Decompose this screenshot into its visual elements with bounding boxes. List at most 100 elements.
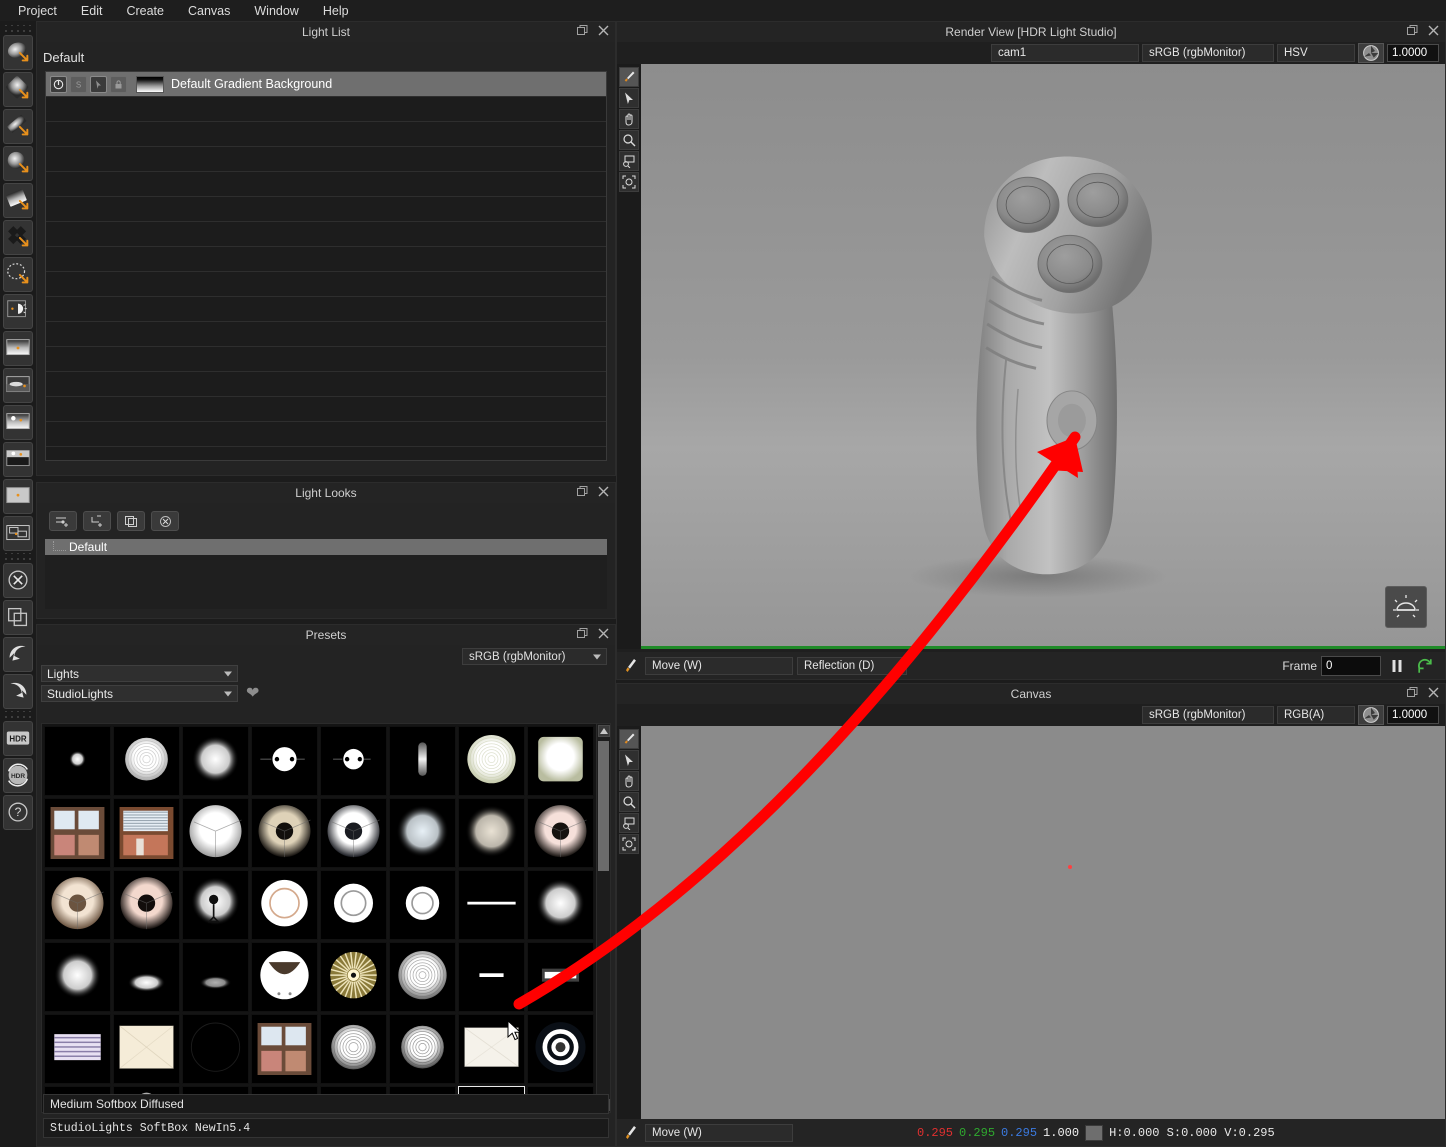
scrollbar-thumb[interactable] [598,741,609,871]
preset-thumbnail[interactable] [527,942,594,1012]
undo-icon[interactable] [3,637,33,672]
undock-icon[interactable] [577,486,588,500]
render-exposure-input[interactable]: 1.0000 [1387,44,1439,62]
preset-thumbnail[interactable] [320,1014,387,1084]
rect-light-icon[interactable] [3,72,33,107]
table-row[interactable] [46,97,606,122]
undock-icon[interactable] [577,25,588,39]
table-row[interactable] [46,372,606,397]
delete-light-icon[interactable] [3,563,33,598]
preset-thumbnail[interactable] [182,1014,249,1084]
preset-thumbnail[interactable] [44,726,111,796]
preset-thumbnail[interactable] [113,942,180,1012]
preset-thumbnail[interactable] [113,1014,180,1084]
preset-thumbnail[interactable] [389,870,456,940]
camera-dropdown[interactable]: cam1 [991,44,1139,62]
preset-thumbnail[interactable] [44,942,111,1012]
add-child-look-icon[interactable] [83,511,111,531]
rail-grip[interactable] [3,25,33,33]
preset-thumbnail[interactable] [320,942,387,1012]
table-row[interactable] [46,397,606,422]
arrow-icon[interactable] [619,750,639,770]
heart-icon[interactable]: ❤ [246,685,259,702]
undock-icon[interactable] [577,628,588,642]
add-look-icon[interactable] [49,511,77,531]
table-row[interactable] [46,172,606,197]
undock-icon[interactable] [1407,25,1418,39]
preset-thumbnail[interactable] [44,1014,111,1084]
table-row[interactable] [46,347,606,372]
render-channel-dropdown[interactable]: HSV [1277,44,1355,62]
preset-thumbnail[interactable] [527,1014,594,1084]
preset-thumbnail[interactable] [251,1014,318,1084]
table-row[interactable] [46,222,606,247]
presets-scrollbar[interactable] [596,724,610,1112]
zoom-fit-icon[interactable] [619,172,639,192]
preset-thumbnail[interactable] [44,870,111,940]
list-item[interactable]: Default [45,539,607,555]
blob-light-icon[interactable] [3,146,33,181]
canvas-channel-dropdown[interactable]: RGB(A) [1277,706,1355,724]
zoom-rect-icon[interactable] [619,813,639,833]
preset-thumbnail[interactable] [320,726,387,796]
preset-thumbnail[interactable] [44,798,111,868]
menu-item-canvas[interactable]: Canvas [176,2,242,20]
table-row[interactable]: S Default Gradient Background [46,72,606,97]
dot-gradient-icon[interactable] [3,405,33,440]
transform-mode-dropdown[interactable]: Move (W) [645,656,793,675]
table-row[interactable] [46,247,606,272]
flat-light-icon[interactable] [3,479,33,514]
preset-thumbnail[interactable] [458,942,525,1012]
preset-thumbnail[interactable] [182,942,249,1012]
spot-light-icon[interactable] [3,257,33,292]
canvas-transform-mode-dropdown[interactable]: Move (W) [645,1123,793,1142]
preset-thumbnail[interactable] [389,726,456,796]
render-colorspace-dropdown[interactable]: sRGB (rgbMonitor) [1142,44,1274,62]
preset-thumbnail[interactable] [389,942,456,1012]
close-icon[interactable] [598,628,609,642]
canvas-exposure-input[interactable]: 1.0000 [1387,706,1439,724]
hdri-strip-icon[interactable] [3,368,33,403]
preset-thumbnail[interactable] [320,870,387,940]
preset-thumbnail[interactable] [389,798,456,868]
card-light-icon[interactable] [3,183,33,218]
canvas-colorspace-dropdown[interactable]: sRGB (rgbMonitor) [1142,706,1274,724]
preset-thumbnail[interactable] [113,870,180,940]
preset-thumbnail[interactable] [251,870,318,940]
preset-thumbnail[interactable] [527,798,594,868]
frame-input[interactable]: 0 [1321,655,1381,676]
preset-thumbnail[interactable] [458,1014,525,1084]
gradient-strip-icon[interactable] [3,331,33,366]
group-lights-icon[interactable] [3,516,33,551]
scroll-up-icon[interactable] [597,725,610,737]
preset-thumbnail[interactable] [389,1014,456,1084]
undock-icon[interactable] [1407,687,1418,701]
preset-thumbnail[interactable] [182,798,249,868]
preset-thumbnail[interactable] [113,798,180,868]
delete-look-icon[interactable] [151,511,179,531]
menu-item-help[interactable]: Help [311,2,361,20]
presets-subcategory-dropdown[interactable]: StudioLights [41,685,238,702]
presets-grid[interactable] [42,724,596,1112]
zoom-icon[interactable] [619,792,639,812]
preset-thumbnail[interactable] [320,798,387,868]
sun-light-icon[interactable] [3,294,33,329]
preset-thumbnail[interactable] [182,726,249,796]
close-icon[interactable] [1428,25,1439,39]
menu-item-project[interactable]: Project [6,2,69,20]
duplicate-light-icon[interactable] [3,600,33,635]
close-icon[interactable] [598,25,609,39]
preset-thumbnail[interactable] [458,798,525,868]
preset-thumbnail[interactable] [527,870,594,940]
light-list-table[interactable]: S Default Gradient Background [45,71,607,461]
close-icon[interactable] [598,486,609,500]
canvas-viewport[interactable] [641,726,1445,1119]
table-row[interactable] [46,122,606,147]
aperture-icon[interactable] [1358,43,1384,63]
preset-thumbnail[interactable] [458,726,525,796]
menu-item-create[interactable]: Create [114,2,176,20]
presets-category-dropdown[interactable]: Lights [41,665,238,682]
hdr-refresh-icon[interactable]: HDR [3,758,33,793]
zoom-fit-icon[interactable] [619,834,639,854]
table-row[interactable] [46,422,606,447]
